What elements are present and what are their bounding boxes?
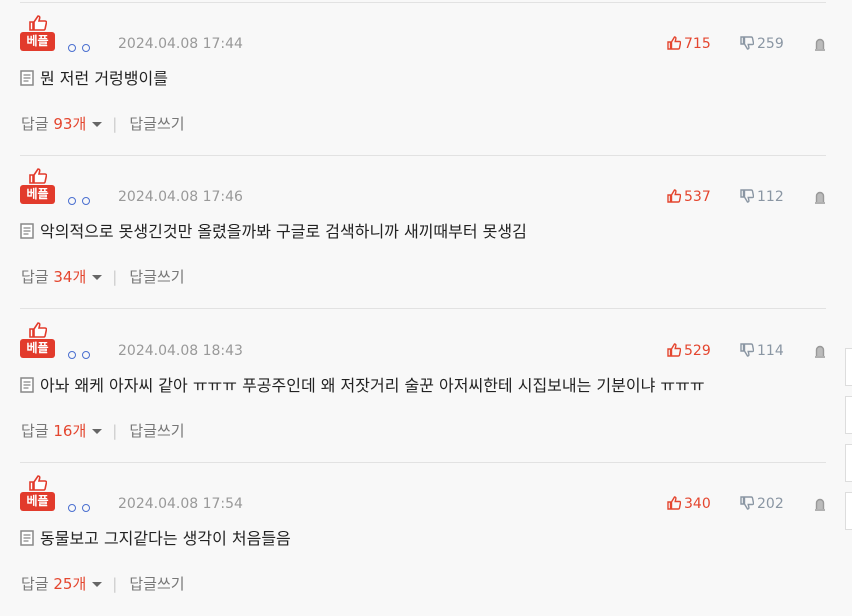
thumbs-up-icon	[29, 15, 47, 31]
thumbs-up-icon	[29, 322, 47, 338]
upvote-button[interactable]: 529	[667, 343, 711, 359]
caret-down-icon	[92, 429, 103, 434]
thumbs-up-icon	[29, 168, 47, 184]
comment-item: 베플 2024.04.08 17:44 715 259 뭔 저런 거렁뱅이를 답…	[20, 3, 826, 156]
upvote-count: 340	[684, 496, 711, 512]
downvote-button[interactable]: 112	[740, 189, 784, 205]
side-float-button[interactable]	[845, 396, 852, 434]
write-reply-button[interactable]: 답글쓰기	[129, 115, 184, 133]
best-badge-label: 베플	[20, 492, 55, 511]
upvote-button[interactable]: 715	[667, 36, 711, 52]
reply-count: 93	[53, 115, 73, 133]
comment-text: 아놔 왜케 아자씨 같아 ㅠㅠㅠ 푸공주인데 왜 저잣거리 술꾼 아저씨한테 시…	[40, 376, 705, 395]
reply-count: 34	[53, 268, 73, 286]
reply-count: 16	[53, 422, 73, 440]
document-icon	[20, 377, 34, 393]
write-reply-button[interactable]: 답글쓰기	[129, 268, 184, 286]
comment-text: 악의적으로 못생긴것만 올렸을까봐 구글로 검색하니까 새끼때부터 못생김	[40, 222, 527, 241]
comment-text: 뭔 저런 거렁뱅이를	[40, 69, 168, 88]
thumbs-up-icon	[667, 343, 682, 357]
upvote-count: 537	[684, 189, 711, 205]
user-level-icon[interactable]	[68, 497, 98, 512]
best-badge: 베플	[20, 475, 56, 512]
thumbs-down-icon	[740, 36, 755, 50]
document-icon	[20, 70, 34, 86]
comment-item: 베플 2024.04.08 18:43 529 114 아놔 왜케 아자씨 같아…	[20, 310, 826, 463]
comment-body: 뭔 저런 거렁뱅이를	[20, 69, 168, 89]
write-reply-button[interactable]: 답글쓰기	[129, 575, 184, 593]
downvote-button[interactable]: 259	[740, 36, 784, 52]
best-badge-label: 베플	[20, 339, 55, 358]
report-icon[interactable]	[814, 38, 826, 51]
comment-footer: 답글 34개 | 답글쓰기	[21, 268, 185, 286]
caret-down-icon	[92, 275, 103, 280]
report-icon[interactable]	[814, 345, 826, 358]
side-float-button[interactable]	[845, 444, 852, 482]
best-badge: 베플	[20, 15, 56, 52]
comment-body: 동물보고 그지같다는 생각이 처음들음	[20, 529, 291, 549]
downvote-count: 114	[757, 343, 784, 359]
downvote-count: 259	[757, 36, 784, 52]
thumbs-down-icon	[740, 343, 755, 357]
reply-count: 25	[53, 575, 73, 593]
user-level-icon[interactable]	[68, 344, 98, 359]
caret-down-icon	[92, 122, 103, 127]
reply-toggle[interactable]: 답글 25개	[21, 575, 108, 593]
downvote-button[interactable]: 202	[740, 496, 784, 512]
comment-date: 2024.04.08 18:43	[118, 343, 243, 359]
comment-item: 베플 2024.04.08 17:46 537 112 악의적으로 못생긴것만 …	[20, 156, 826, 309]
reply-toggle[interactable]: 답글 34개	[21, 268, 108, 286]
user-level-icon[interactable]	[68, 190, 98, 205]
comment-text: 동물보고 그지같다는 생각이 처음들음	[40, 529, 291, 548]
document-icon	[20, 530, 34, 546]
comment-item: 베플 2024.04.08 17:54 340 202 동물보고 그지같다는 생…	[20, 463, 826, 616]
comment-body: 아놔 왜케 아자씨 같아 ㅠㅠㅠ 푸공주인데 왜 저잣거리 술꾼 아저씨한테 시…	[20, 376, 705, 396]
best-badge-label: 베플	[20, 32, 55, 51]
downvote-count: 202	[757, 496, 784, 512]
user-level-icon[interactable]	[68, 37, 98, 52]
document-icon	[20, 223, 34, 239]
thumbs-down-icon	[740, 496, 755, 510]
comment-date: 2024.04.08 17:46	[118, 189, 243, 205]
thumbs-up-icon	[29, 475, 47, 491]
best-badge: 베플	[20, 322, 56, 359]
caret-down-icon	[92, 582, 103, 587]
comment-date: 2024.04.08 17:44	[118, 36, 243, 52]
report-icon[interactable]	[814, 498, 826, 511]
best-badge-label: 베플	[20, 185, 55, 204]
upvote-count: 715	[684, 36, 711, 52]
downvote-count: 112	[757, 189, 784, 205]
upvote-count: 529	[684, 343, 711, 359]
comment-footer: 답글 16개 | 답글쓰기	[21, 422, 185, 440]
comment-body: 악의적으로 못생긴것만 올렸을까봐 구글로 검색하니까 새끼때부터 못생김	[20, 222, 527, 242]
reply-toggle[interactable]: 답글 93개	[21, 115, 108, 133]
thumbs-up-icon	[667, 36, 682, 50]
thumbs-up-icon	[667, 496, 682, 510]
thumbs-up-icon	[667, 189, 682, 203]
comment-date: 2024.04.08 17:54	[118, 496, 243, 512]
best-badge: 베플	[20, 168, 56, 205]
downvote-button[interactable]: 114	[740, 343, 784, 359]
reply-toggle[interactable]: 답글 16개	[21, 422, 108, 440]
report-icon[interactable]	[814, 191, 826, 204]
upvote-button[interactable]: 537	[667, 189, 711, 205]
upvote-button[interactable]: 340	[667, 496, 711, 512]
comment-footer: 답글 93개 | 답글쓰기	[21, 115, 185, 133]
comment-footer: 답글 25개 | 답글쓰기	[21, 575, 185, 593]
write-reply-button[interactable]: 답글쓰기	[129, 422, 184, 440]
thumbs-down-icon	[740, 189, 755, 203]
side-float-button[interactable]	[845, 348, 852, 386]
side-float-button[interactable]	[845, 492, 852, 530]
comment-divider	[20, 308, 826, 309]
